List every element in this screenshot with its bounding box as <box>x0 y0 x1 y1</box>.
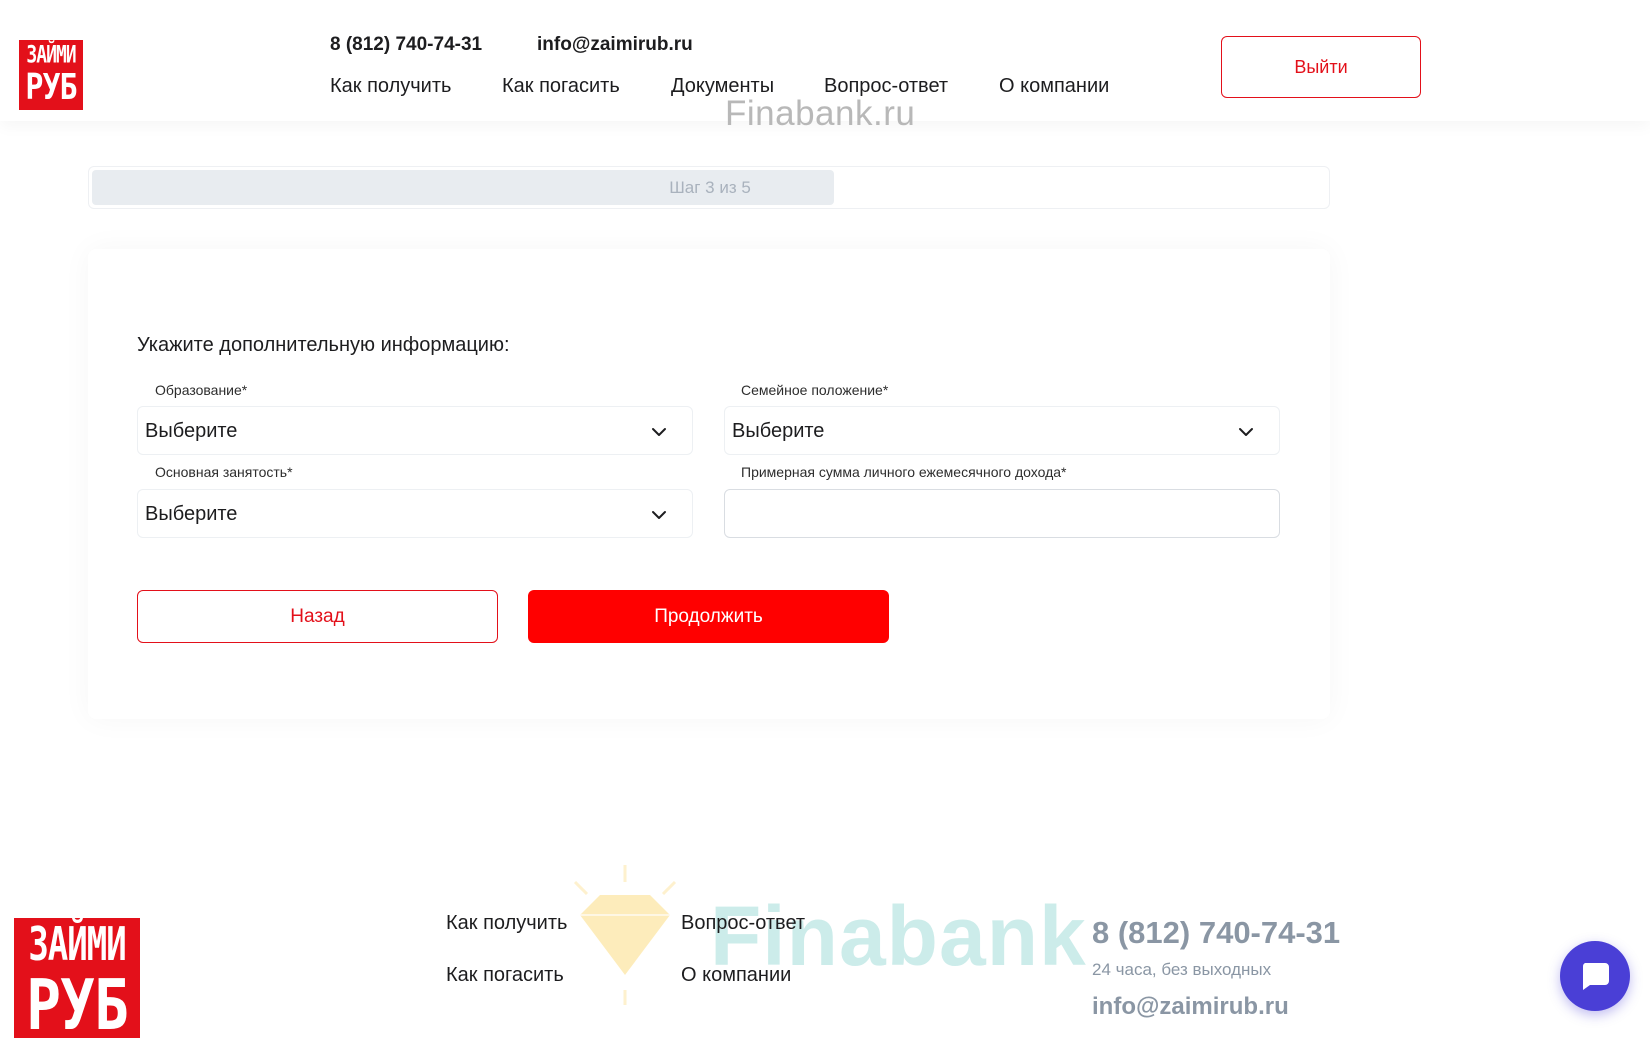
marital-label: Семейное положение* <box>741 382 889 398</box>
form-title: Укажите дополнительную информацию: <box>137 334 510 356</box>
footer-link-how-to-get[interactable]: Как получить <box>446 912 567 935</box>
form-card <box>88 249 1330 719</box>
continue-button[interactable]: Продолжить <box>528 590 889 643</box>
footer-logo[interactable]: ЗАЙМИ РУБ <box>14 918 140 1046</box>
nav-how-to-repay[interactable]: Как погасить <box>502 75 620 98</box>
watermark-text: Finabank.ru <box>725 94 916 133</box>
footer-email[interactable]: info@zaimirub.ru <box>1092 993 1289 1021</box>
back-button[interactable]: Назад <box>137 590 498 643</box>
footer-link-about[interactable]: О компании <box>681 964 791 987</box>
chat-button[interactable] <box>1560 941 1630 1011</box>
footer-link-faq[interactable]: Вопрос-ответ <box>681 912 805 935</box>
employment-label: Основная занятость* <box>155 464 293 480</box>
header-email[interactable]: info@zaimirub.ru <box>537 34 693 56</box>
brand-logo[interactable]: ЗАЙМИ РУБ <box>19 40 83 110</box>
employment-select[interactable]: Выберите <box>137 489 693 538</box>
header-phone[interactable]: 8 (812) 740-74-31 <box>330 34 482 56</box>
logo-text-bottom: РУБ <box>25 66 77 109</box>
logo-text-top: ЗАЙМИ <box>28 918 126 972</box>
chevron-down-icon <box>652 428 666 436</box>
logout-button[interactable]: Выйти <box>1221 36 1421 98</box>
nav-how-to-get[interactable]: Как получить <box>330 75 451 98</box>
chevron-down-icon <box>652 511 666 519</box>
nav-about[interactable]: О компании <box>999 75 1109 98</box>
education-select[interactable]: Выберите <box>137 406 693 455</box>
education-value: Выберите <box>145 420 238 442</box>
marital-value: Выберите <box>732 420 825 442</box>
employment-value: Выберите <box>145 503 238 525</box>
progress-label: Шаг 3 из 5 <box>669 177 751 197</box>
chat-bubble-icon <box>1582 963 1609 990</box>
chevron-down-icon <box>1239 428 1253 436</box>
footer-link-how-to-repay[interactable]: Как погасить <box>446 964 564 987</box>
diamond-icon <box>573 865 677 1005</box>
logo-text-bottom: РУБ <box>26 964 129 1046</box>
income-input[interactable] <box>724 489 1280 538</box>
footer-phone[interactable]: 8 (812) 740-74-31 <box>1092 915 1340 951</box>
footer-hours: 24 часа, без выходных <box>1092 960 1272 979</box>
education-label: Образование* <box>155 382 248 398</box>
income-label: Примерная сумма личного ежемесячного дох… <box>741 464 1067 480</box>
marital-select[interactable]: Выберите <box>724 406 1280 455</box>
logo-text-top: ЗАЙМИ <box>26 41 76 70</box>
step-progress-bar: Шаг 3 из 5 <box>88 166 1330 209</box>
